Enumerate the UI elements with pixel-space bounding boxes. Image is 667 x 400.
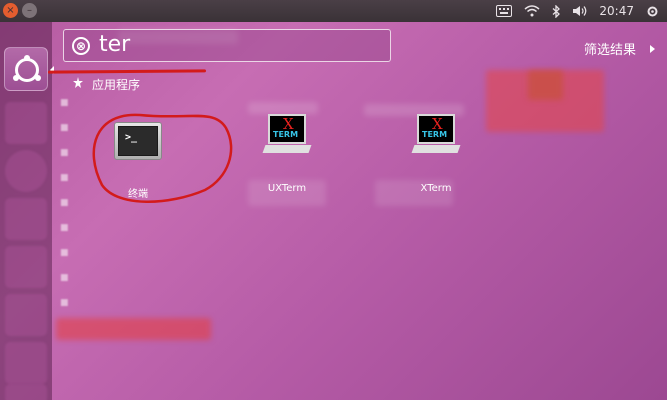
red-circle-annotation [92, 113, 233, 203]
